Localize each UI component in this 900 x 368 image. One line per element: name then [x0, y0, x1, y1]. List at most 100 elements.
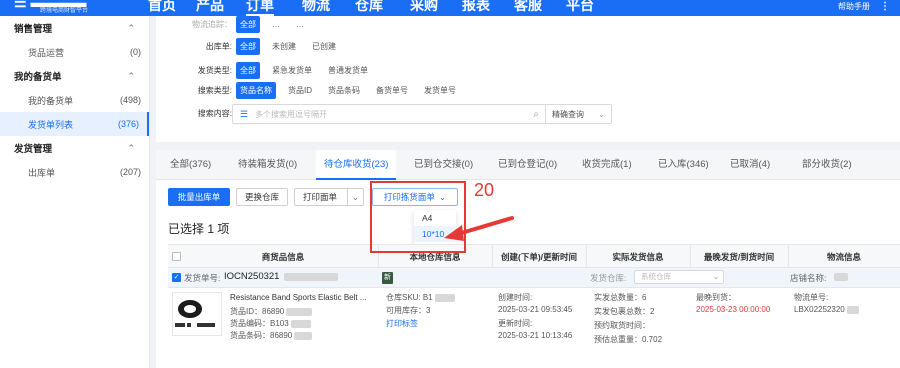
product-code-label: 货品编码： [230, 319, 270, 328]
tab-cancelled[interactable]: 已取消(4) [730, 150, 770, 180]
sidebar-item-count: (376) [117, 119, 139, 129]
filter-chip[interactable]: 货品名称 [236, 82, 276, 99]
redacted-text [294, 331, 313, 340]
main-content: 全部(376) 待装箱发货(0) 待仓库收货(23) 已到仓交接(0) 已到仓登… [156, 150, 900, 368]
sidebar-group-label: 我的备货单 [14, 72, 62, 83]
product-title[interactable]: Resistance Band Sports Elastic Belt ... [230, 292, 380, 304]
sidebar-group-sales[interactable]: 销售管理 ⌃ [0, 16, 149, 40]
filter-chip[interactable]: 货品ID [284, 82, 316, 99]
redacted-text [846, 305, 859, 314]
tab-pending-packing[interactable]: 待装箱发货(0) [238, 150, 297, 180]
nav-item-service[interactable]: 客服 [514, 0, 542, 15]
nav-item-home[interactable]: 首页 [148, 0, 176, 15]
list-icon[interactable]: ☰ [237, 109, 251, 120]
updated-label: 更新时间: [498, 319, 533, 328]
filter-label: 发货类型: [197, 66, 232, 75]
column-header: 商货品信息 [261, 252, 305, 262]
nav-item-products[interactable]: 产品 [196, 0, 224, 15]
logistics-value: LBX02252320 [794, 305, 845, 314]
change-warehouse-button[interactable]: 更换仓库 [236, 188, 288, 206]
latest-arrival-label: 最晚到货： [696, 293, 736, 302]
chevron-down-icon: ⌄ [712, 272, 719, 281]
product-image[interactable] [172, 292, 222, 336]
nav-item-orders[interactable]: 订单 [246, 0, 274, 16]
product-barcode: 货品条码：86890 [230, 330, 313, 342]
stock-label: 可用库存： [386, 306, 426, 315]
sidebar-item-shipment-list[interactable]: 发货单列表 (376) [0, 112, 149, 136]
print-sheet-button[interactable]: 打印面单 ⌄ [294, 188, 364, 206]
filter-label: 搜索内容: [197, 109, 232, 118]
chevron-up-icon: ⌃ [127, 22, 135, 33]
nav-item-reports[interactable]: 报表 [462, 0, 490, 15]
logistics-label: 物流单号: [794, 293, 829, 302]
sidebar-item-goods-ops[interactable]: 货品运营 (0) [0, 40, 149, 64]
tab-partial[interactable]: 部分收货(2) [802, 150, 852, 180]
sidebar-group-shipping[interactable]: 发货管理 ⌃ [0, 136, 149, 160]
sku-value: B1 [422, 293, 433, 302]
logo-subtitle: 跨境电商财智平台 [40, 8, 89, 14]
tab-registered[interactable]: 已到仓登记(0) [498, 150, 557, 180]
filter-chip[interactable]: 紧急发货单 [268, 62, 316, 79]
logistics-number[interactable]: LBX02252320 [794, 304, 859, 316]
nav-item-platform[interactable]: 平台 [566, 0, 594, 15]
select-all-checkbox[interactable] [172, 252, 181, 261]
print-label-link[interactable]: 打印标签 [386, 318, 418, 330]
selected-count: 已选择 1 项 [168, 222, 230, 236]
row-checkbox[interactable]: ✓ [172, 273, 181, 282]
filter-chip[interactable]: 备货单号 [372, 82, 412, 99]
warehouse-label: 发货仓库: [590, 273, 627, 283]
warehouse-sku: 仓库SKU: B1 [386, 292, 455, 304]
tab-received[interactable]: 收货完成(1) [582, 150, 632, 180]
sidebar-item-label: 我的备货单 [28, 95, 74, 106]
tab-pending-receipt[interactable]: 待仓库收货(23) [316, 150, 397, 180]
column-header: 创建(下单)/更新时间 [500, 252, 578, 262]
updated-value: 2025-03-21 10:13:46 [498, 331, 573, 340]
filter-chip-all[interactable]: 全部 [236, 38, 260, 55]
filter-chip[interactable]: … [292, 17, 308, 32]
redacted-text [834, 273, 848, 281]
tab-all[interactable]: 全部(376) [170, 150, 211, 180]
sidebar-item-my-stock-orders[interactable]: 我的备货单 (498) [0, 88, 149, 112]
sidebar-item-outbound[interactable]: 出库单 (207) [0, 160, 149, 184]
search-icon[interactable]: ⌕ [527, 109, 545, 120]
annotation-number: 20 [474, 180, 495, 200]
ship-packages: 实发包裹总数：2 [594, 307, 655, 316]
annotation-arrow-icon [444, 216, 514, 241]
warehouse-select[interactable]: 系统仓库 ⌄ [634, 270, 724, 284]
menu-dots-icon[interactable]: ⋮ [880, 1, 890, 12]
filter-chip[interactable]: 已创建 [308, 38, 340, 55]
order-number[interactable]: IOCN250321 [224, 271, 279, 282]
filter-chip[interactable]: 未创建 [268, 38, 300, 55]
tab-handover[interactable]: 已到仓交接(0) [414, 150, 473, 180]
filter-chip[interactable]: 货品条码 [324, 82, 364, 99]
search-mode-select[interactable]: 精确查询 ⌄ [545, 105, 611, 123]
est-weight: 预估总重量：0.702 [594, 335, 663, 344]
filter-row-search-type: 搜索类型: 货品名称 货品ID 货品条码 备货单号 发货单号 [156, 82, 468, 99]
nav-item-purchase[interactable]: 采购 [410, 0, 438, 15]
stock-value: 3 [426, 306, 431, 315]
warehouse-placeholder: 系统仓库 [641, 272, 671, 281]
store-label: 店铺名称: [790, 273, 827, 283]
created-value: 2025-03-21 09:53:45 [498, 305, 573, 314]
search-input[interactable]: 多个搜索用逗号隔开 [251, 109, 527, 120]
filter-chip[interactable]: … [268, 17, 284, 32]
chevron-up-icon: ⌃ [127, 70, 135, 81]
filter-chip[interactable]: 发货单号 [420, 82, 460, 99]
tab-stocked[interactable]: 已入库(346) [658, 150, 709, 180]
filter-chip[interactable]: 全部 [236, 16, 260, 33]
sidebar-item-count: (0) [130, 47, 141, 57]
filter-chip-all[interactable]: 全部 [236, 62, 260, 79]
sidebar-group-label: 销售管理 [14, 24, 53, 35]
status-tabs: 全部(376) 待装箱发货(0) 待仓库收货(23) 已到仓交接(0) 已到仓登… [156, 150, 900, 180]
batch-outbound-button[interactable]: 批量出库单 [168, 188, 230, 206]
filter-row-content: 搜索内容: [156, 108, 236, 119]
product-code: 货品编码：B103 [230, 318, 311, 330]
redacted-text [284, 273, 338, 281]
nav-item-logistics[interactable]: 物流 [302, 0, 330, 15]
chevron-down-icon[interactable]: ⌄ [347, 189, 363, 205]
help-manual-link[interactable]: 帮助手册 [838, 1, 870, 12]
nav-item-warehouse[interactable]: 仓库 [355, 0, 383, 15]
sidebar-group-stock-orders[interactable]: 我的备货单 ⌃ [0, 64, 149, 88]
latest-arrival-value: 2025-03-23 00:00:00 [696, 305, 771, 314]
filter-chip[interactable]: 普通发货单 [324, 62, 372, 79]
